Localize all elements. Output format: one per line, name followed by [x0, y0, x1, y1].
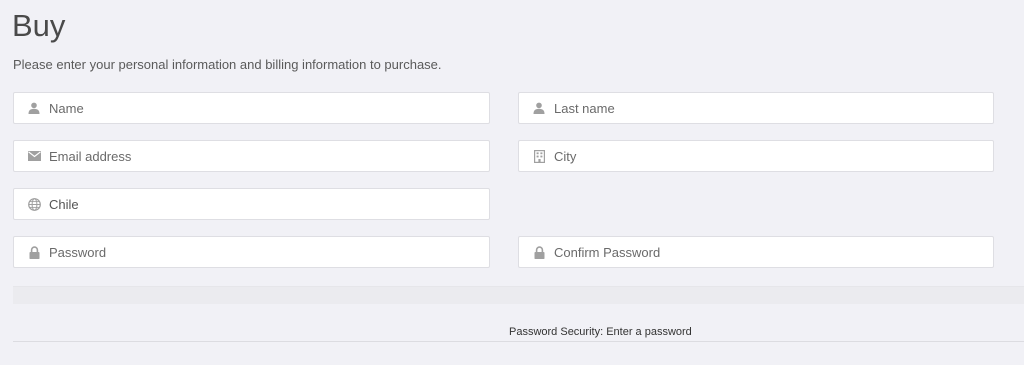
user-icon [27, 101, 41, 115]
password-strength-bar [13, 286, 1024, 304]
confirm-password-field[interactable] [518, 236, 994, 268]
password-field[interactable] [13, 236, 490, 268]
user-icon [532, 101, 546, 115]
lock-icon [27, 245, 41, 259]
name-field[interactable] [13, 92, 490, 124]
page-subtitle: Please enter your personal information a… [13, 57, 442, 72]
last-name-input[interactable] [554, 100, 954, 116]
password-input[interactable] [49, 244, 449, 260]
page-title: Buy [12, 8, 66, 43]
email-field[interactable] [13, 140, 490, 172]
city-input[interactable] [554, 148, 954, 164]
lock-icon [532, 245, 546, 259]
last-name-field[interactable] [518, 92, 994, 124]
country-input[interactable] [49, 196, 449, 212]
email-input[interactable] [49, 148, 449, 164]
confirm-password-input[interactable] [554, 244, 954, 260]
password-security-label: Password Security: Enter a password [509, 326, 692, 338]
city-field[interactable] [518, 140, 994, 172]
country-field[interactable] [13, 188, 490, 220]
envelope-icon [27, 149, 41, 163]
globe-icon [27, 197, 41, 211]
building-icon [532, 149, 546, 163]
name-input[interactable] [49, 100, 449, 116]
divider [13, 341, 1024, 342]
